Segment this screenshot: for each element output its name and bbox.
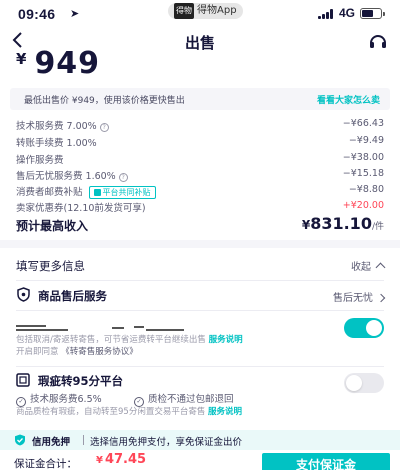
defect-label: 瑕疵转95分平台: [38, 374, 124, 388]
subsidy-icon: [93, 188, 101, 196]
credit-free-deposit-bar[interactable]: 信用免押 选择信用免押支付，享免保证金出价: [0, 430, 400, 450]
fee-label: 技术服务费 7.00%?: [16, 118, 109, 132]
after-sale-label: 商品售后服务: [38, 289, 107, 303]
deposit-total-label: 保证金合计：: [14, 458, 77, 470]
checkbox-square-icon: [16, 373, 30, 387]
status-time: 09:46: [18, 6, 56, 22]
toggle-knob: [346, 375, 362, 391]
fee-value: +¥20.00: [342, 200, 384, 211]
fee-row-transfer: 转账手续费 1.00% −¥9.49: [16, 133, 384, 151]
status-bar: 09:46 ➤ 得物 得物App 4G: [0, 0, 400, 28]
bottom-bar: 保证金合计： ¥47.45 支付保证金: [0, 450, 400, 470]
service-info-link[interactable]: 服务说明: [208, 407, 242, 417]
shield-icon: [15, 434, 25, 446]
price-currency: ¥: [16, 50, 27, 68]
chevron-up-icon: [375, 262, 386, 273]
battery-icon: [360, 8, 385, 19]
agreement-link[interactable]: 《转寄售服务协议》: [61, 347, 138, 357]
fee-value: −¥66.43: [342, 118, 384, 129]
consignment-description: 包括取消/寄返转寄售，可节省运费转平台继续出售 服务说明 开启即同意 《转寄售服…: [16, 335, 243, 357]
income-unit: /件: [371, 222, 384, 232]
collapse-toggle[interactable]: 收起: [351, 258, 386, 273]
income-value: ¥831.10/件: [302, 214, 384, 233]
more-info-label: 填写更多信息: [16, 259, 85, 273]
expected-income: 预计最高收入 ¥831.10/件: [16, 214, 384, 236]
chevron-right-icon: [376, 293, 386, 303]
fee-value: −¥15.18: [342, 168, 384, 179]
signal-icon: [318, 9, 335, 19]
lowest-price-hint: 最低出售价 ¥949，使用该价格更快售出 看看大家怎么卖: [10, 88, 390, 110]
section-divider: [0, 240, 400, 248]
defect-toggle[interactable]: [344, 373, 384, 393]
fee-label: 售后无忧服务费 1.60%?: [16, 168, 128, 182]
credit-label: 信用免押: [32, 437, 71, 448]
fee-label: 消费者邮费补贴 平台共同补贴: [16, 184, 156, 199]
defect-description: 商品质检有瑕疵，自动转至95分闲置交易平台寄售 服务说明: [16, 407, 243, 417]
pay-deposit-button[interactable]: 支付保证金: [262, 453, 390, 470]
divider: [16, 310, 384, 311]
fee-label: 卖家优惠券(12.10前发货可享): [16, 203, 146, 214]
fee-label: 操作服务费: [16, 155, 64, 166]
app-pill-label: 得物App: [197, 5, 237, 16]
app-pill[interactable]: 得物 得物App: [168, 3, 243, 19]
fee-label: 转账手续费 1.00%: [16, 138, 97, 149]
income-amount: 831.10: [310, 214, 372, 233]
app-pill-badge: 得物: [174, 3, 194, 19]
more-info-header[interactable]: 填写更多信息 收起: [16, 256, 386, 276]
service-info-link[interactable]: 服务说明: [209, 335, 243, 345]
separator: [83, 435, 84, 445]
deposit-amount: ¥47.45: [96, 452, 147, 467]
info-icon[interactable]: ?: [99, 123, 109, 132]
after-sale-service-row[interactable]: 商品售后服务 售后无忧: [16, 286, 386, 306]
fee-value: −¥8.80: [348, 184, 384, 195]
credit-text: 选择信用免押支付，享免保证金出价: [90, 437, 243, 448]
fee-value: −¥9.49: [348, 135, 384, 146]
hint-text: 最低出售价 ¥949，使用该价格更快售出: [24, 96, 185, 106]
defect-platform-row: 瑕疵转95分平台 ✓ 技术服务费6.5% ✓ 质检不通过包邮退回 商品质检有瑕疵，自…: [16, 372, 384, 422]
after-sale-value: 售后无忧: [333, 289, 386, 304]
see-others-link[interactable]: 看看大家怎么卖: [317, 93, 380, 106]
fee-row-tech: 技术服务费 7.00%? −¥66.43: [16, 116, 384, 134]
consignment-row: 包括取消/寄返转寄售，可节省运费转平台继续出售 服务说明 开启即同意 《转寄售服…: [16, 314, 384, 360]
divider: [16, 280, 384, 281]
income-label: 预计最高收入: [16, 219, 89, 233]
fee-value: −¥38.00: [342, 152, 384, 163]
divider: [16, 366, 384, 367]
info-icon[interactable]: ?: [118, 173, 128, 182]
income-currency: ¥: [301, 218, 311, 232]
headset-icon[interactable]: [368, 32, 388, 52]
price-value: 949: [34, 46, 101, 81]
shield-check-icon: [17, 287, 30, 302]
location-arrow-icon: ➤: [70, 7, 80, 20]
network-type: 4G: [339, 6, 356, 20]
price-display[interactable]: ¥949: [16, 46, 101, 81]
